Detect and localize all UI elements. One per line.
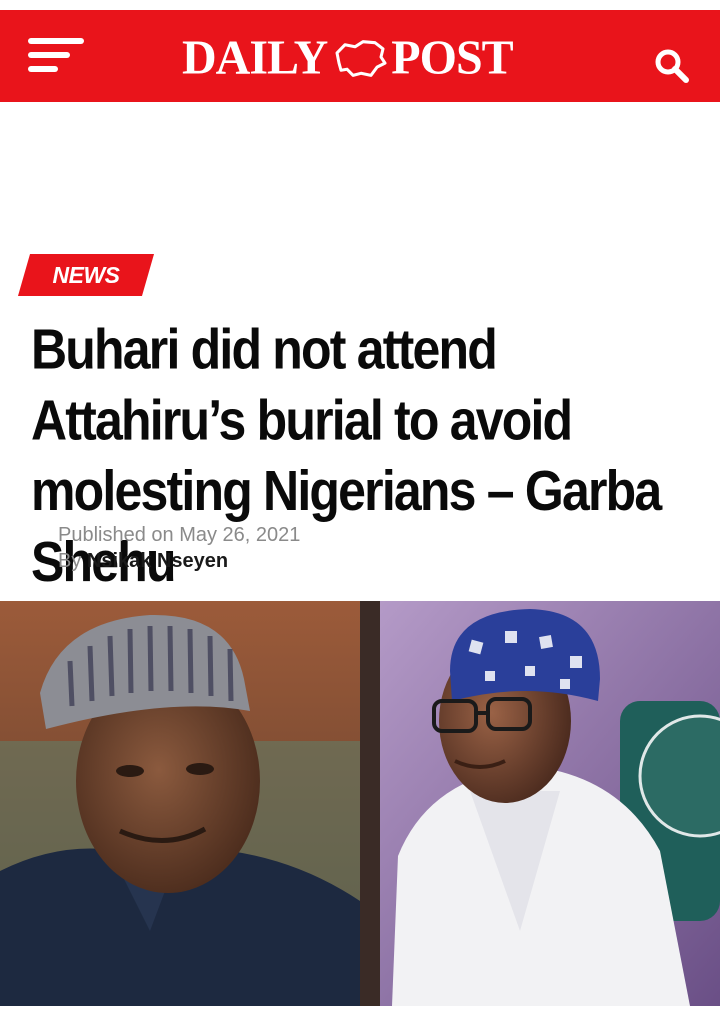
published-prefix: Published on xyxy=(58,524,174,546)
category-badge[interactable] xyxy=(17,254,155,296)
published-line: Published on May 26, 2021 xyxy=(58,522,658,548)
logo-text-post: POST xyxy=(391,30,513,85)
author-link[interactable]: Nsikak Nseyen xyxy=(87,550,228,572)
article-byline: Published on May 26, 2021 By Nsikak Nsey… xyxy=(58,522,658,574)
nigeria-map-icon xyxy=(335,40,387,77)
author-line: By Nsikak Nseyen xyxy=(58,548,658,574)
by-prefix: By xyxy=(58,550,82,572)
ad-placeholder xyxy=(0,102,720,252)
logo-text-daily: DAILY xyxy=(182,30,328,85)
site-header: DAILY POST xyxy=(0,10,720,102)
site-logo[interactable]: DAILY POST xyxy=(182,31,542,84)
published-date: May 26, 2021 xyxy=(179,524,301,546)
hamburger-menu-icon[interactable] xyxy=(28,36,86,76)
search-icon[interactable] xyxy=(652,46,692,86)
article-hero-image xyxy=(0,601,720,1006)
